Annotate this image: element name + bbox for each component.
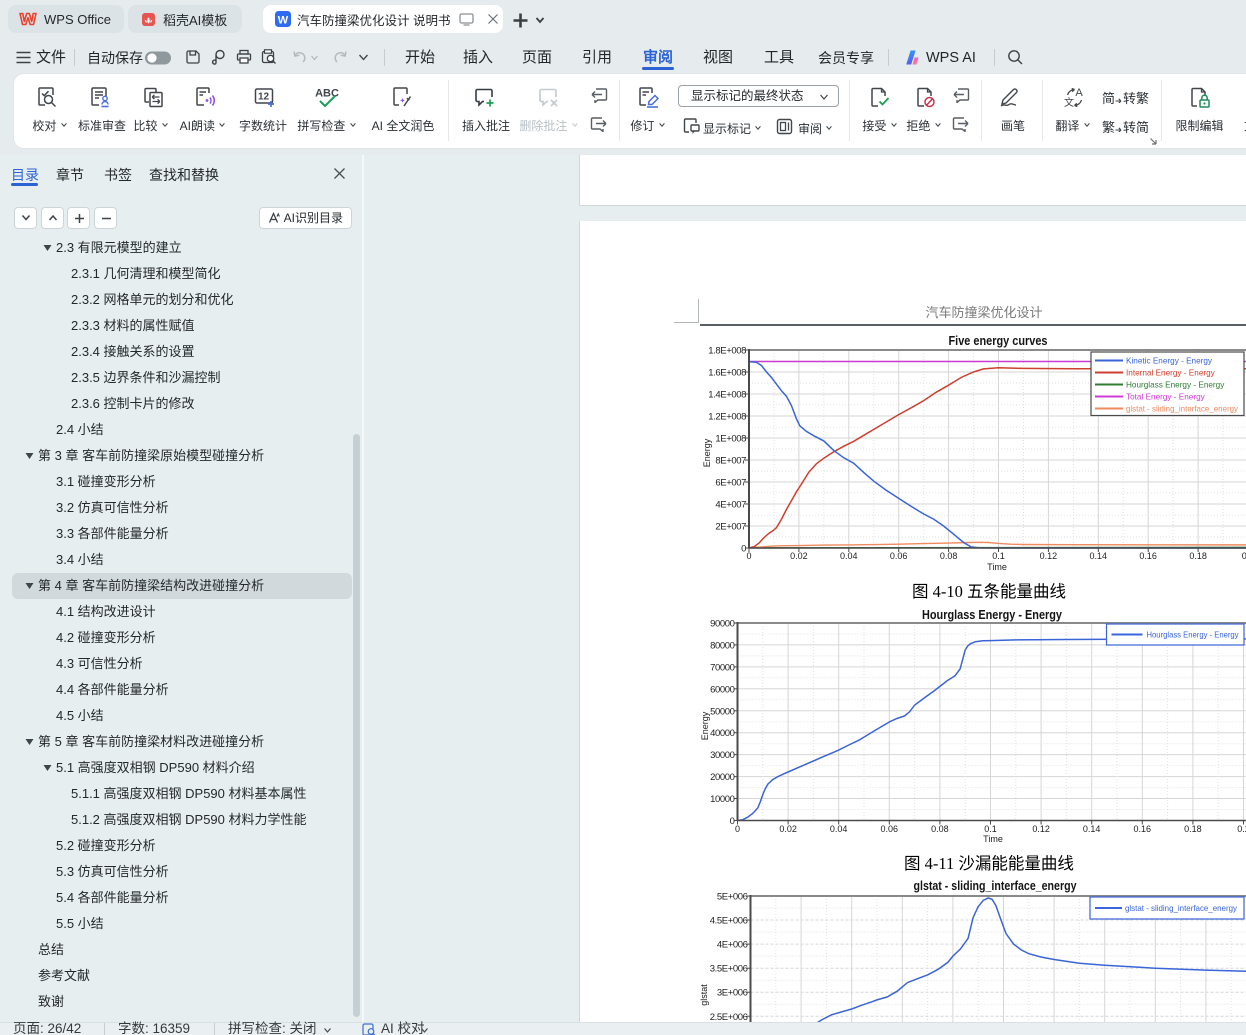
- svg-text:0.04: 0.04: [830, 824, 848, 834]
- svg-text:0.08: 0.08: [940, 551, 958, 561]
- svg-text:8E+007: 8E+007: [715, 456, 746, 467]
- svg-text:0.04: 0.04: [840, 551, 858, 561]
- svg-text:10000: 10000: [710, 794, 735, 805]
- svg-text:90000: 90000: [710, 619, 735, 630]
- svg-text:Time: Time: [983, 834, 1003, 844]
- svg-text:40000: 40000: [710, 728, 735, 739]
- svg-text:W: W: [278, 15, 289, 27]
- svg-text:12: 12: [258, 92, 270, 103]
- svg-text:glstat - sliding_interface_ene: glstat - sliding_interface_energy: [914, 879, 1077, 893]
- svg-text:1E+008: 1E+008: [715, 434, 746, 445]
- svg-text:Kinetic Energy - Energy: Kinetic Energy - Energy: [1126, 357, 1213, 366]
- svg-text:Hourglass Energy - Energy: Hourglass Energy - Energy: [922, 608, 1062, 622]
- svg-text:0.06: 0.06: [890, 551, 908, 561]
- svg-text:0.1: 0.1: [984, 824, 997, 834]
- svg-text:glstat: glstat: [700, 984, 709, 1006]
- svg-text:60000: 60000: [710, 684, 735, 695]
- svg-text:0.16: 0.16: [1139, 551, 1157, 561]
- svg-text:0.14: 0.14: [1090, 551, 1108, 561]
- svg-text:4E+007: 4E+007: [715, 500, 746, 511]
- svg-text:50000: 50000: [710, 706, 735, 717]
- svg-text:Hourglass Energy - Energy: Hourglass Energy - Energy: [1126, 381, 1225, 390]
- svg-text:0.12: 0.12: [1032, 824, 1050, 834]
- svg-text:Internal Energy - Energy: Internal Energy - Energy: [1126, 369, 1216, 378]
- svg-text:4.5E+006: 4.5E+006: [710, 916, 748, 927]
- svg-text:30000: 30000: [710, 750, 735, 761]
- svg-text:0.06: 0.06: [881, 824, 899, 834]
- svg-text:5E+006: 5E+006: [717, 892, 748, 903]
- svg-text:glstat - sliding_interface_ene: glstat - sliding_interface_energy: [1125, 904, 1238, 913]
- svg-text:0.02: 0.02: [779, 824, 797, 834]
- svg-text:0: 0: [735, 824, 740, 834]
- svg-text:0.08: 0.08: [931, 824, 949, 834]
- svg-text:0.2: 0.2: [1242, 551, 1246, 561]
- svg-text:1.4E+008: 1.4E+008: [708, 390, 746, 401]
- svg-text:80000: 80000: [710, 640, 735, 651]
- svg-text:Energy: Energy: [700, 711, 710, 740]
- svg-text:文: 文: [1064, 96, 1074, 108]
- svg-text:3.5E+006: 3.5E+006: [710, 964, 748, 975]
- svg-text:1.2E+008: 1.2E+008: [708, 412, 746, 423]
- svg-text:2E+007: 2E+007: [715, 522, 746, 533]
- svg-text:Five energy curves: Five energy curves: [949, 334, 1048, 348]
- svg-text:0.12: 0.12: [1040, 551, 1058, 561]
- svg-text:0.2: 0.2: [1237, 824, 1246, 834]
- svg-text:0: 0: [746, 551, 751, 561]
- svg-text:2.5E+006: 2.5E+006: [710, 1012, 748, 1022]
- svg-text:0: 0: [730, 816, 735, 827]
- svg-text:1.6E+008: 1.6E+008: [708, 368, 746, 379]
- svg-text:Total Energy - Energy: Total Energy - Energy: [1126, 393, 1206, 402]
- svg-text:70000: 70000: [710, 662, 735, 673]
- svg-text:Energy: Energy: [702, 438, 712, 467]
- svg-text:ABC: ABC: [315, 88, 339, 100]
- svg-text:Hourglass Energy - Energy: Hourglass Energy - Energy: [1147, 631, 1240, 640]
- svg-text:3E+006: 3E+006: [717, 988, 748, 999]
- svg-text:0.14: 0.14: [1083, 824, 1101, 834]
- svg-text:0.02: 0.02: [790, 551, 808, 561]
- svg-text:20000: 20000: [710, 772, 735, 783]
- svg-text:glstat - sliding_interface_ene: glstat - sliding_interface_energy: [1126, 405, 1239, 414]
- svg-text:0.18: 0.18: [1184, 824, 1202, 834]
- svg-text:0: 0: [741, 544, 746, 555]
- svg-text:0.16: 0.16: [1134, 824, 1152, 834]
- svg-text:Time: Time: [987, 562, 1007, 572]
- svg-text:A: A: [1075, 87, 1083, 99]
- svg-text:0.18: 0.18: [1189, 551, 1207, 561]
- svg-text:6E+007: 6E+007: [715, 478, 746, 489]
- svg-text:1.8E+008: 1.8E+008: [708, 346, 746, 357]
- svg-text:0.1: 0.1: [992, 551, 1005, 561]
- svg-text:4E+006: 4E+006: [717, 940, 748, 951]
